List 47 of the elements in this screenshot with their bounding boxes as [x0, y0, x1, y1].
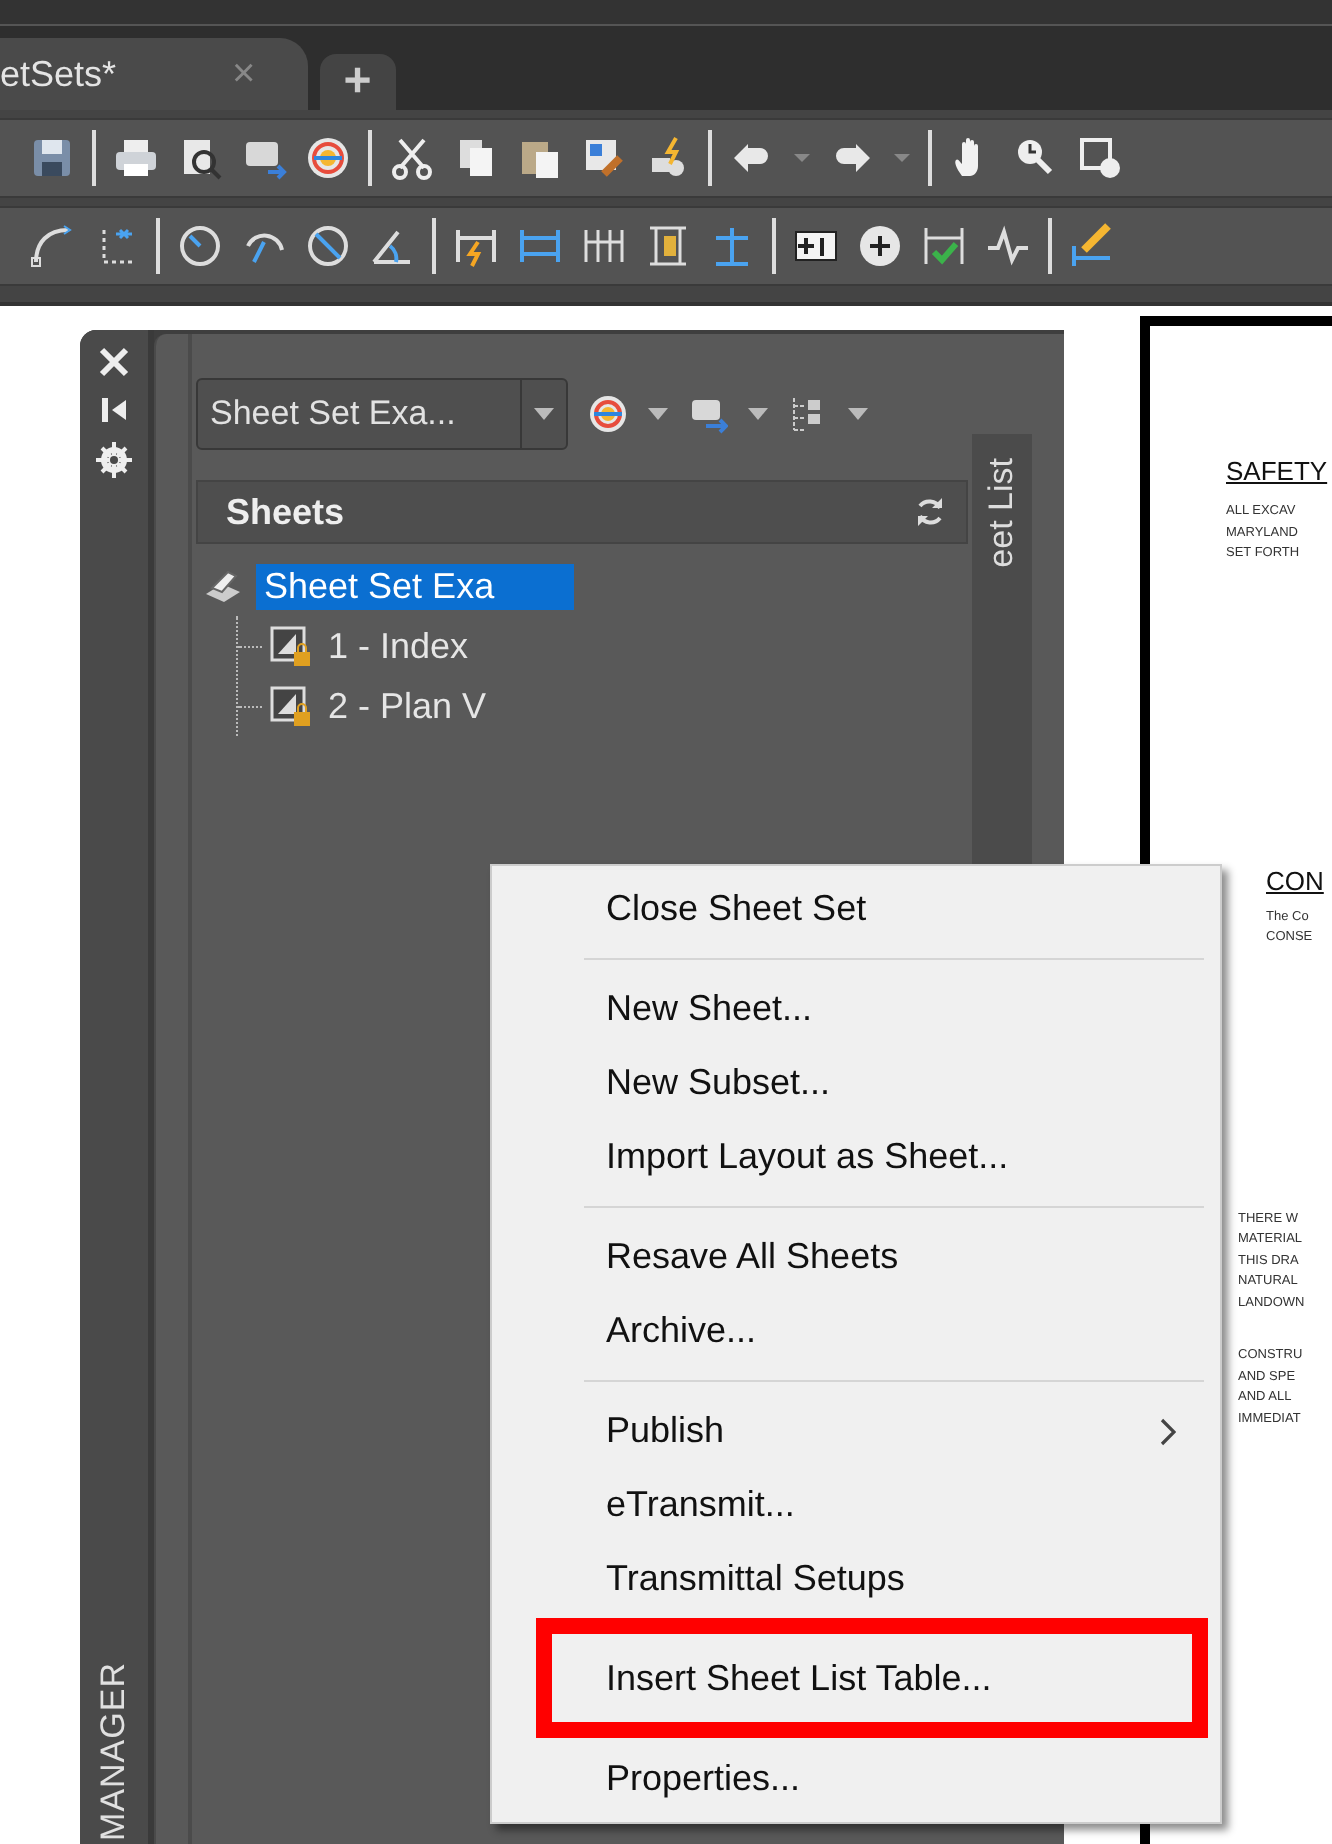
- menu-item[interactable]: Transmittal Setups: [492, 1542, 1220, 1616]
- circle-radius-icon[interactable]: [176, 222, 224, 270]
- sheets-header-label: Sheets: [226, 491, 345, 533]
- refresh-icon[interactable]: [914, 496, 946, 528]
- menu-item[interactable]: eTransmit...: [492, 1468, 1220, 1542]
- tree-item[interactable]: 1 - Index: [320, 623, 477, 669]
- tree-item[interactable]: Sheet Set Exa: [256, 563, 575, 609]
- jogged-linear-icon[interactable]: [984, 222, 1032, 270]
- print-icon[interactable]: [112, 134, 160, 182]
- menu-item[interactable]: Properties...: [492, 1742, 1220, 1816]
- palette-title: MANAGER: [94, 1661, 134, 1840]
- note-heading: SAFETY: [1226, 456, 1330, 486]
- cut-icon[interactable]: [388, 134, 436, 182]
- menu-item[interactable]: Insert Sheet List Table...: [492, 1642, 1220, 1716]
- menu-item[interactable]: Resave All Sheets: [492, 1220, 1220, 1294]
- caret-icon[interactable]: [648, 408, 668, 420]
- caret-icon[interactable]: [848, 408, 868, 420]
- menu-item[interactable]: New Sheet...: [492, 972, 1220, 1046]
- locked-sheet-icon: [270, 685, 312, 727]
- menu-item[interactable]: Import Layout as Sheet...: [492, 1120, 1220, 1194]
- arc-icon[interactable]: [28, 222, 76, 270]
- caret-icon[interactable]: [748, 408, 768, 420]
- inspect-icon[interactable]: [920, 222, 968, 270]
- sheet-set-icon: [204, 566, 244, 606]
- dimension-edit-icon[interactable]: [1068, 222, 1116, 270]
- menu-item[interactable]: Publish: [492, 1394, 1220, 1468]
- zoom-window-icon[interactable]: [1076, 134, 1124, 182]
- menu-item[interactable]: Close Sheet Set: [492, 872, 1220, 946]
- caret-icon: [534, 408, 554, 420]
- close-icon[interactable]: [98, 346, 130, 378]
- save-icon[interactable]: [28, 134, 76, 182]
- sheet-set-dropdown[interactable]: Sheet Set Exa...: [196, 378, 568, 450]
- document-tab[interactable]: etSets* ×: [0, 38, 308, 110]
- note-heading: CON: [1266, 865, 1326, 895]
- circle-diameter-icon[interactable]: [304, 222, 352, 270]
- plot-icon[interactable]: [688, 394, 728, 434]
- center-mark-icon[interactable]: [856, 222, 904, 270]
- menu-item[interactable]: New Subset...: [492, 1046, 1220, 1120]
- dimension-space-icon[interactable]: [644, 222, 692, 270]
- menu-item[interactable]: Archive...: [492, 1294, 1220, 1368]
- new-tab-button[interactable]: +: [319, 54, 396, 110]
- sheet-list-tab[interactable]: eet List: [980, 434, 1024, 580]
- locked-sheet-icon: [270, 625, 312, 667]
- match-properties-icon[interactable]: [580, 134, 628, 182]
- tree-item[interactable]: 2 - Plan V: [320, 683, 495, 729]
- gear-icon[interactable]: [96, 442, 132, 478]
- chevron-right-icon: [1160, 1417, 1176, 1445]
